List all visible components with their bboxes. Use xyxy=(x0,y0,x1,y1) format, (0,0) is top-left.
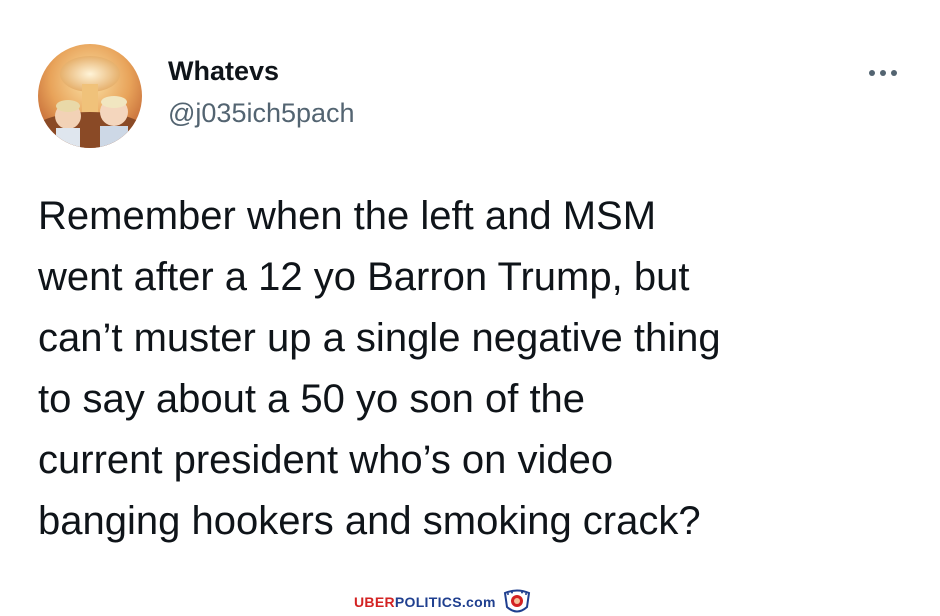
avatar[interactable] xyxy=(38,44,142,148)
tweet-text: Remember when the left and MSM went afte… xyxy=(38,186,918,552)
more-horizontal-icon xyxy=(880,70,886,76)
user-handle[interactable]: @j035ich5pach xyxy=(168,98,355,129)
display-name[interactable]: Whatevs xyxy=(168,56,279,87)
avatar-image xyxy=(38,44,142,148)
watermark-brand-blue: POLITICS.com xyxy=(394,594,496,610)
tweet-text-line: Remember when the left and MSM xyxy=(38,194,657,238)
more-options-button[interactable] xyxy=(858,58,908,88)
watermark-brand-red: UBER xyxy=(354,594,395,610)
tweet-text-line: went after a 12 yo Barron Trump, but xyxy=(38,255,690,299)
more-horizontal-icon xyxy=(869,70,875,76)
tweet-card: Whatevs @j035ich5pach Remember when the … xyxy=(0,0,940,616)
tweet-text-line: banging hookers and smoking crack? xyxy=(38,499,701,543)
more-horizontal-icon xyxy=(891,70,897,76)
tweet-text-line: to say about a 50 yo son of the xyxy=(38,377,586,421)
watermark-text: UBERPOLITICS.com xyxy=(354,594,496,610)
lion-crest-icon xyxy=(502,589,532,615)
tweet-text-line: current president who’s on video xyxy=(38,438,614,482)
watermark: UBERPOLITICS.com xyxy=(354,588,532,616)
tweet-text-line: can’t muster up a single negative thing xyxy=(38,316,721,360)
